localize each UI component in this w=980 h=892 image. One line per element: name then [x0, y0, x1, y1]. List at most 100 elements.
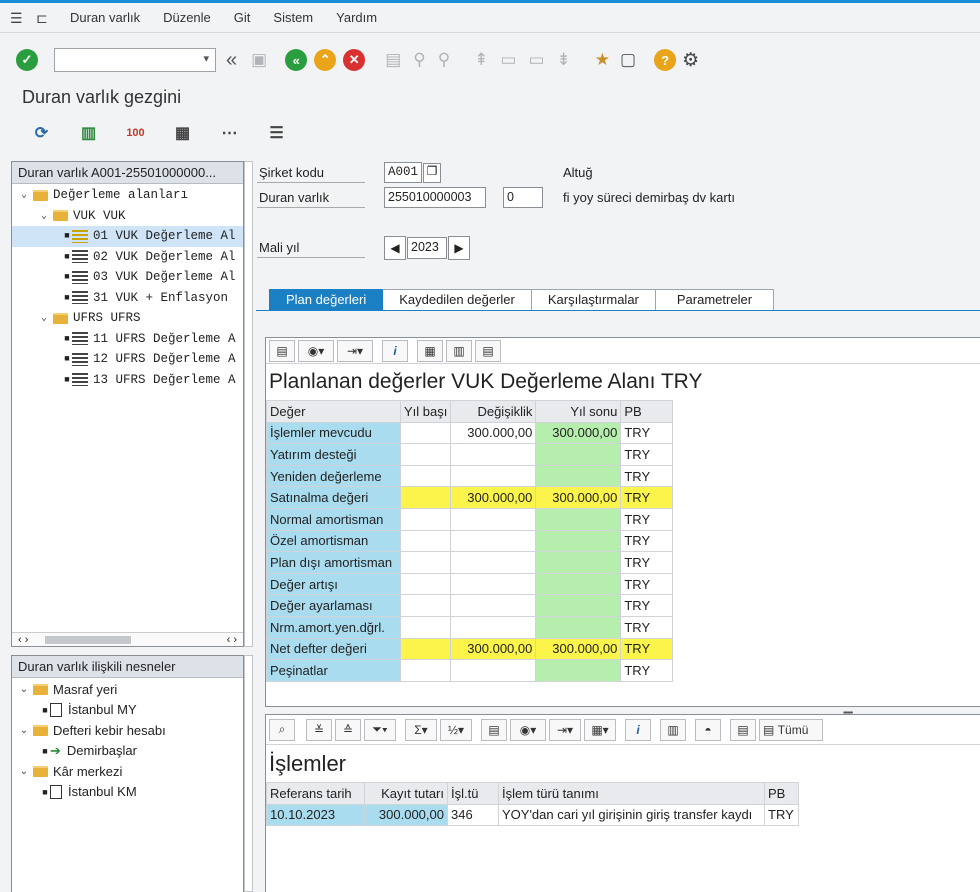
col-referans-tarih[interactable]: Referans tarih	[266, 782, 365, 805]
document-icon[interactable]: ▥	[660, 718, 686, 741]
table-row[interactable]: Değer ayarlaması TRY	[266, 594, 674, 617]
display-icon[interactable]: ▥	[65, 120, 112, 146]
currency-cell[interactable]: TRY	[620, 659, 674, 682]
calculator-icon[interactable]: ▦	[417, 339, 443, 362]
legend-icon[interactable]: ▤	[475, 339, 501, 362]
table-row[interactable]: 10.10.2023 300.000,00 346 YOY'dan cari y…	[266, 803, 799, 827]
refresh-icon[interactable]: ⟳	[18, 120, 65, 146]
tree-node-13[interactable]: ■ 13 UFRS Değerleme A	[12, 370, 243, 391]
help-icon[interactable]: ?	[654, 49, 677, 71]
currency-cell[interactable]: TRY	[620, 507, 674, 531]
table-row[interactable]: Satınalma değeri 300.000,00 300.000,00 TRY	[266, 486, 674, 509]
info-icon[interactable]: i	[382, 339, 408, 362]
asset-number-field[interactable]: 255010000003	[384, 187, 486, 208]
year-end-cell[interactable]: 300.000,00	[535, 421, 622, 445]
ref-date-cell[interactable]: 10.10.2023	[266, 803, 365, 827]
value-label-cell[interactable]: İşlemler mevcudu	[266, 421, 401, 445]
table-row[interactable]: Net defter değeri 300.000,00 300.000,00 TRY	[266, 637, 674, 661]
exit-icon[interactable]: ⌃	[314, 49, 337, 71]
col-pb[interactable]: PB	[620, 400, 674, 423]
menu-git[interactable]: Git	[234, 10, 251, 25]
col-deger[interactable]: Değer	[266, 400, 401, 423]
tree-node-12[interactable]: ■ 12 UFRS Değerleme A	[12, 349, 243, 370]
currency-cell[interactable]: TRY	[620, 594, 674, 617]
year-start-cell[interactable]	[399, 594, 452, 617]
rel-node-masraf[interactable]: ⌄ Masraf yeri	[12, 679, 243, 700]
rel-node-istanbul-km[interactable]: ■ İstanbul KM	[12, 782, 243, 803]
scroll-thumb[interactable]	[44, 635, 131, 644]
table-row[interactable]: Nrm.amort.yen.dğrl. TRY	[266, 615, 674, 639]
change-cell[interactable]	[450, 615, 537, 639]
rel-node-istanbul-my[interactable]: ■ İstanbul MY	[12, 700, 243, 721]
rel-node-kar-merkezi[interactable]: ⌄ Kâr merkezi	[12, 761, 243, 782]
tab-kaydedilen-degerler[interactable]: Kaydedilen değerler	[382, 289, 532, 311]
chevron-down-icon[interactable]: ⌄	[18, 684, 30, 695]
year-end-cell[interactable]	[535, 507, 622, 531]
pin-icon[interactable]: ⊏	[36, 11, 52, 25]
chevron-down-icon[interactable]: ⌄	[38, 312, 50, 324]
back-icon[interactable]: «	[285, 49, 308, 71]
menu-duzenle[interactable]: Düzenle	[163, 10, 211, 25]
change-cell[interactable]	[450, 529, 537, 553]
value-label-cell[interactable]: Nrm.amort.yen.dğrl.	[266, 615, 401, 639]
chevron-down-icon[interactable]: ⌄	[38, 210, 50, 222]
change-cell[interactable]: 300.000,00	[450, 421, 537, 445]
values-icon[interactable]: 100	[112, 120, 159, 146]
scroll-left-icon[interactable]: ‹ ›	[18, 634, 28, 646]
tab-karsilastirmalar[interactable]: Karşılaştırmalar	[530, 289, 656, 311]
year-end-cell[interactable]: 300.000,00	[535, 486, 622, 509]
amount-cell[interactable]: 300.000,00	[364, 803, 448, 827]
currency-cell[interactable]: TRY	[620, 529, 674, 553]
vertical-splitter-2[interactable]	[244, 655, 253, 892]
tree-node-degerleme[interactable]: ⌄ Değerleme alanları	[12, 185, 243, 206]
next-year-icon[interactable]: ▶	[448, 236, 470, 260]
menu-duran-varlik[interactable]: Duran varlık	[70, 10, 140, 25]
year-start-cell[interactable]	[399, 637, 452, 661]
table-row[interactable]: Yatırım desteği TRY	[266, 443, 674, 466]
currency-cell[interactable]: TRY	[620, 443, 674, 466]
value-label-cell[interactable]: Peşinatlar	[266, 659, 401, 682]
hat-icon[interactable]: ◓	[695, 718, 721, 741]
info-icon[interactable]: i	[625, 718, 651, 741]
currency-cell[interactable]: TRY	[620, 572, 674, 596]
year-start-cell[interactable]	[399, 464, 452, 488]
col-yil-basi[interactable]: Yıl başı	[399, 400, 452, 423]
currency-cell[interactable]: TRY	[620, 464, 674, 488]
new-session-icon[interactable]: ★	[595, 50, 610, 70]
tree-node-02[interactable]: ■ 02 VUK Değerleme Al	[12, 247, 243, 268]
value-label-cell[interactable]: Normal amortisman	[266, 507, 401, 531]
value-label-cell[interactable]: Net defter değeri	[266, 637, 401, 661]
col-islem-turu-tanimi[interactable]: İşlem türü tanımı	[498, 782, 765, 805]
collapse-icon[interactable]: «	[226, 49, 237, 72]
currency-cell[interactable]: TRY	[620, 486, 674, 509]
print-icon[interactable]: ▤	[481, 718, 507, 741]
col-isl-tu[interactable]: İşl.tü	[447, 782, 499, 805]
list-icon[interactable]: ☰	[253, 120, 300, 146]
value-label-cell[interactable]: Değer ayarlaması	[266, 594, 401, 617]
change-cell[interactable]	[450, 507, 537, 531]
year-start-cell[interactable]	[399, 615, 452, 639]
table-row[interactable]: Özel amortisman TRY	[266, 529, 674, 553]
year-end-cell[interactable]	[535, 551, 622, 574]
save-icon[interactable]: ▣	[251, 50, 267, 70]
vertical-splitter[interactable]	[244, 161, 253, 647]
year-start-cell[interactable]	[399, 572, 452, 596]
settings-gear-icon[interactable]: ⚙	[682, 49, 699, 72]
year-start-cell[interactable]	[399, 421, 452, 445]
col-yil-sonu[interactable]: Yıl sonu	[535, 400, 622, 423]
cancel-icon[interactable]: ✕	[343, 49, 366, 71]
year-end-cell[interactable]	[535, 659, 622, 682]
value-label-cell[interactable]: Yeniden değerleme	[266, 464, 401, 488]
tab-plan-degerleri[interactable]: Plan değerleri	[269, 289, 384, 311]
currency-cell[interactable]: TRY	[620, 637, 674, 661]
col-pb[interactable]: PB	[764, 782, 799, 805]
value-label-cell[interactable]: Satınalma değeri	[266, 486, 401, 509]
value-label-cell[interactable]: Değer artışı	[266, 572, 401, 596]
tab-parametreler[interactable]: Parametreler	[654, 289, 775, 311]
col-degisiklik[interactable]: Değişiklik	[450, 400, 537, 423]
shortcut-icon[interactable]: ▢	[620, 50, 636, 70]
structure-icon[interactable]: ▦	[159, 120, 206, 146]
prev-year-icon[interactable]: ◀	[384, 236, 406, 260]
value-label-cell[interactable]: Plan dışı amortisman	[266, 551, 401, 574]
year-end-cell[interactable]	[535, 572, 622, 596]
